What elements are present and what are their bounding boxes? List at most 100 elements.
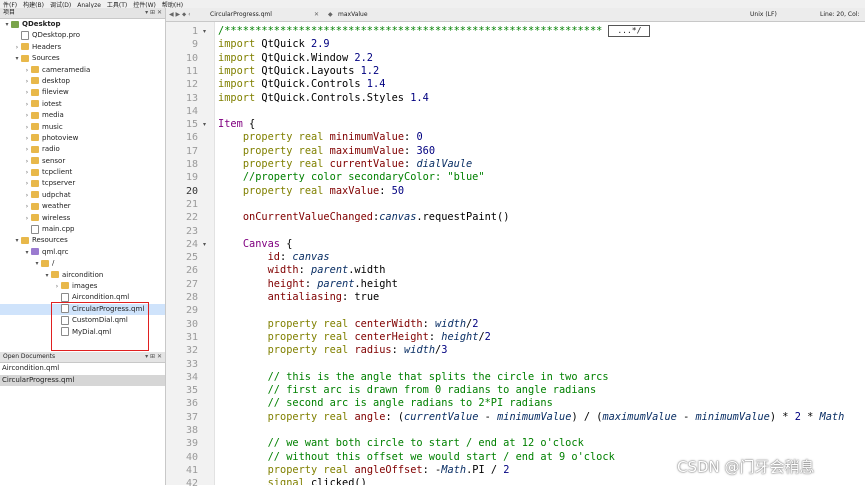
code-token: .width xyxy=(348,264,386,277)
line-number-gutter: 1 ▾ 9 10 11 12 13 14 15 ▾ 16 17 18 19 20 21 22 23 24 ▾ 25 26 2… xyxy=(166,22,215,489)
code-line: // without this offset we would start / … xyxy=(218,451,615,464)
tree-item[interactable]: › music xyxy=(0,122,165,133)
collapse-arrow-icon[interactable]: › xyxy=(23,133,31,144)
code-token: minimumValue xyxy=(329,131,405,144)
collapse-arrow-icon[interactable]: › xyxy=(23,122,31,133)
collapse-arrow-icon[interactable]: › xyxy=(23,178,31,189)
tree-item[interactable]: › media xyxy=(0,110,165,121)
editor-nav-buttons[interactable]: ◀ ▶ ⬥ ‹ xyxy=(169,8,191,21)
tree-item[interactable]: MyDial.qml xyxy=(0,327,165,338)
tree-item[interactable]: › radio xyxy=(0,144,165,155)
symbol-combo[interactable]: maxValue xyxy=(338,8,368,21)
tree-item[interactable]: › weather xyxy=(0,201,165,212)
collapse-arrow-icon[interactable]: › xyxy=(23,110,31,121)
code-line: // this is the angle that splits the cir… xyxy=(218,371,609,384)
open-documents-controls[interactable]: ▾ ⊞ ✕ xyxy=(145,352,162,362)
tree-item[interactable]: › images xyxy=(0,281,165,292)
collapse-arrow-icon[interactable]: › xyxy=(23,99,31,110)
tree-item[interactable]: main.cpp xyxy=(0,224,165,235)
tree-item[interactable]: ▾ Sources xyxy=(0,53,165,64)
folder-icon xyxy=(31,214,39,222)
code-token: real xyxy=(323,410,349,423)
fold-marker-icon[interactable]: ▾ xyxy=(203,118,206,131)
code-token: real xyxy=(323,344,349,357)
line-number: 41 xyxy=(185,464,198,476)
collapse-arrow-icon[interactable]: › xyxy=(23,190,31,201)
code-token: 3 xyxy=(441,344,448,357)
code-token: { xyxy=(280,237,293,250)
close-document-icon[interactable]: ✕ xyxy=(314,8,319,21)
code-line: import QtQuick.Controls 1.4 xyxy=(218,78,385,91)
tree-item[interactable]: › tcpserver xyxy=(0,178,165,189)
tree-item[interactable]: › desktop xyxy=(0,76,165,87)
symbol-marker-icon: ◆ xyxy=(328,11,333,18)
editor-file-combo[interactable]: CircularProgress.qml xyxy=(210,8,272,21)
tree-item[interactable]: ▾ QDesktop xyxy=(0,19,165,30)
fold-marker-icon[interactable]: ▾ xyxy=(203,25,206,38)
collapse-arrow-icon[interactable]: › xyxy=(23,167,31,178)
tree-item-label: weather xyxy=(42,202,71,211)
collapse-arrow-icon[interactable]: › xyxy=(23,156,31,167)
expand-arrow-icon[interactable]: ▾ xyxy=(13,235,21,246)
collapse-arrow-icon[interactable]: › xyxy=(23,87,31,98)
tree-item[interactable]: Aircondition.qml xyxy=(0,292,165,303)
tree-item[interactable]: › photoview xyxy=(0,133,165,144)
file-icon xyxy=(61,304,69,314)
editor-toolbar: ◀ ▶ ⬥ ‹ CircularProgress.qml ✕ ◆ maxValu… xyxy=(166,8,865,22)
open-document-item[interactable]: CircularProgress.qml xyxy=(0,374,165,386)
tree-item-label: / xyxy=(52,259,55,268)
expand-arrow-icon[interactable]: ▾ xyxy=(23,247,31,258)
tree-item[interactable]: CircularProgress.qml xyxy=(0,303,165,316)
tree-item[interactable]: › tcpclient xyxy=(0,167,165,178)
line-ending-selector[interactable]: Unix (LF) xyxy=(750,8,777,21)
tree-item[interactable]: QDesktop.pro xyxy=(0,30,165,41)
collapse-arrow-icon[interactable]: › xyxy=(23,213,31,224)
tree-item[interactable]: ▾ Resources xyxy=(0,235,165,246)
code-token: property xyxy=(267,410,318,423)
expand-arrow-icon[interactable]: ▾ xyxy=(43,270,51,281)
collapse-arrow-icon[interactable]: › xyxy=(23,144,31,155)
tree-item-label: wireless xyxy=(42,213,71,222)
collapse-arrow-icon[interactable]: › xyxy=(13,42,21,53)
folder-icon xyxy=(31,66,39,74)
line-number: 9 xyxy=(191,39,198,51)
tree-item[interactable]: CustomDial.qml xyxy=(0,315,165,326)
collapse-arrow-icon[interactable]: › xyxy=(23,76,31,87)
line-number: 36 xyxy=(185,398,198,410)
tree-item[interactable]: ▾ / xyxy=(0,258,165,269)
tree-item[interactable]: › udpchat xyxy=(0,190,165,201)
tree-item[interactable]: › Headers xyxy=(0,42,165,53)
expand-arrow-icon[interactable]: ▾ xyxy=(33,258,41,269)
line-number: 30 xyxy=(185,318,198,330)
code-token: 1.4 xyxy=(410,91,429,104)
line-number: 37 xyxy=(185,411,198,423)
tree-item[interactable]: › fileview xyxy=(0,87,165,98)
tree-item-label: tcpserver xyxy=(42,179,76,188)
tree-item-label: QDesktop.pro xyxy=(32,31,81,40)
open-document-item[interactable]: Aircondition.qml xyxy=(0,363,165,375)
code-token: : xyxy=(379,184,392,197)
tree-item[interactable]: ▾ aircondition xyxy=(0,270,165,281)
projects-panel-controls[interactable]: ▾ ⊞ ✕ xyxy=(145,8,162,18)
code-token: Item xyxy=(218,118,243,131)
tree-item[interactable]: ▾ qml.qrc xyxy=(0,247,165,258)
tree-item[interactable]: › iotest xyxy=(0,99,165,110)
code-line: signal clicked() xyxy=(218,477,367,485)
collapse-arrow-icon[interactable]: › xyxy=(23,201,31,212)
tree-item[interactable]: › cameramedia xyxy=(0,65,165,76)
code-token: real xyxy=(323,330,349,343)
tree-item-label: sensor xyxy=(42,156,66,165)
code-area[interactable]: /***************************************… xyxy=(218,22,865,485)
line-number: 27 xyxy=(185,278,198,290)
collapse-arrow-icon[interactable]: › xyxy=(53,281,61,292)
tree-item[interactable]: › sensor xyxy=(0,156,165,167)
collapse-arrow-icon[interactable]: › xyxy=(23,65,31,76)
folded-block-badge[interactable]: ...*/ xyxy=(608,25,651,37)
expand-arrow-icon[interactable]: ▾ xyxy=(3,19,11,30)
tree-item[interactable]: › wireless xyxy=(0,213,165,224)
watermark: CSDN @门牙会稍息 xyxy=(677,458,815,476)
expand-arrow-icon[interactable]: ▾ xyxy=(13,53,21,64)
fold-marker-icon[interactable]: ▾ xyxy=(203,238,206,251)
